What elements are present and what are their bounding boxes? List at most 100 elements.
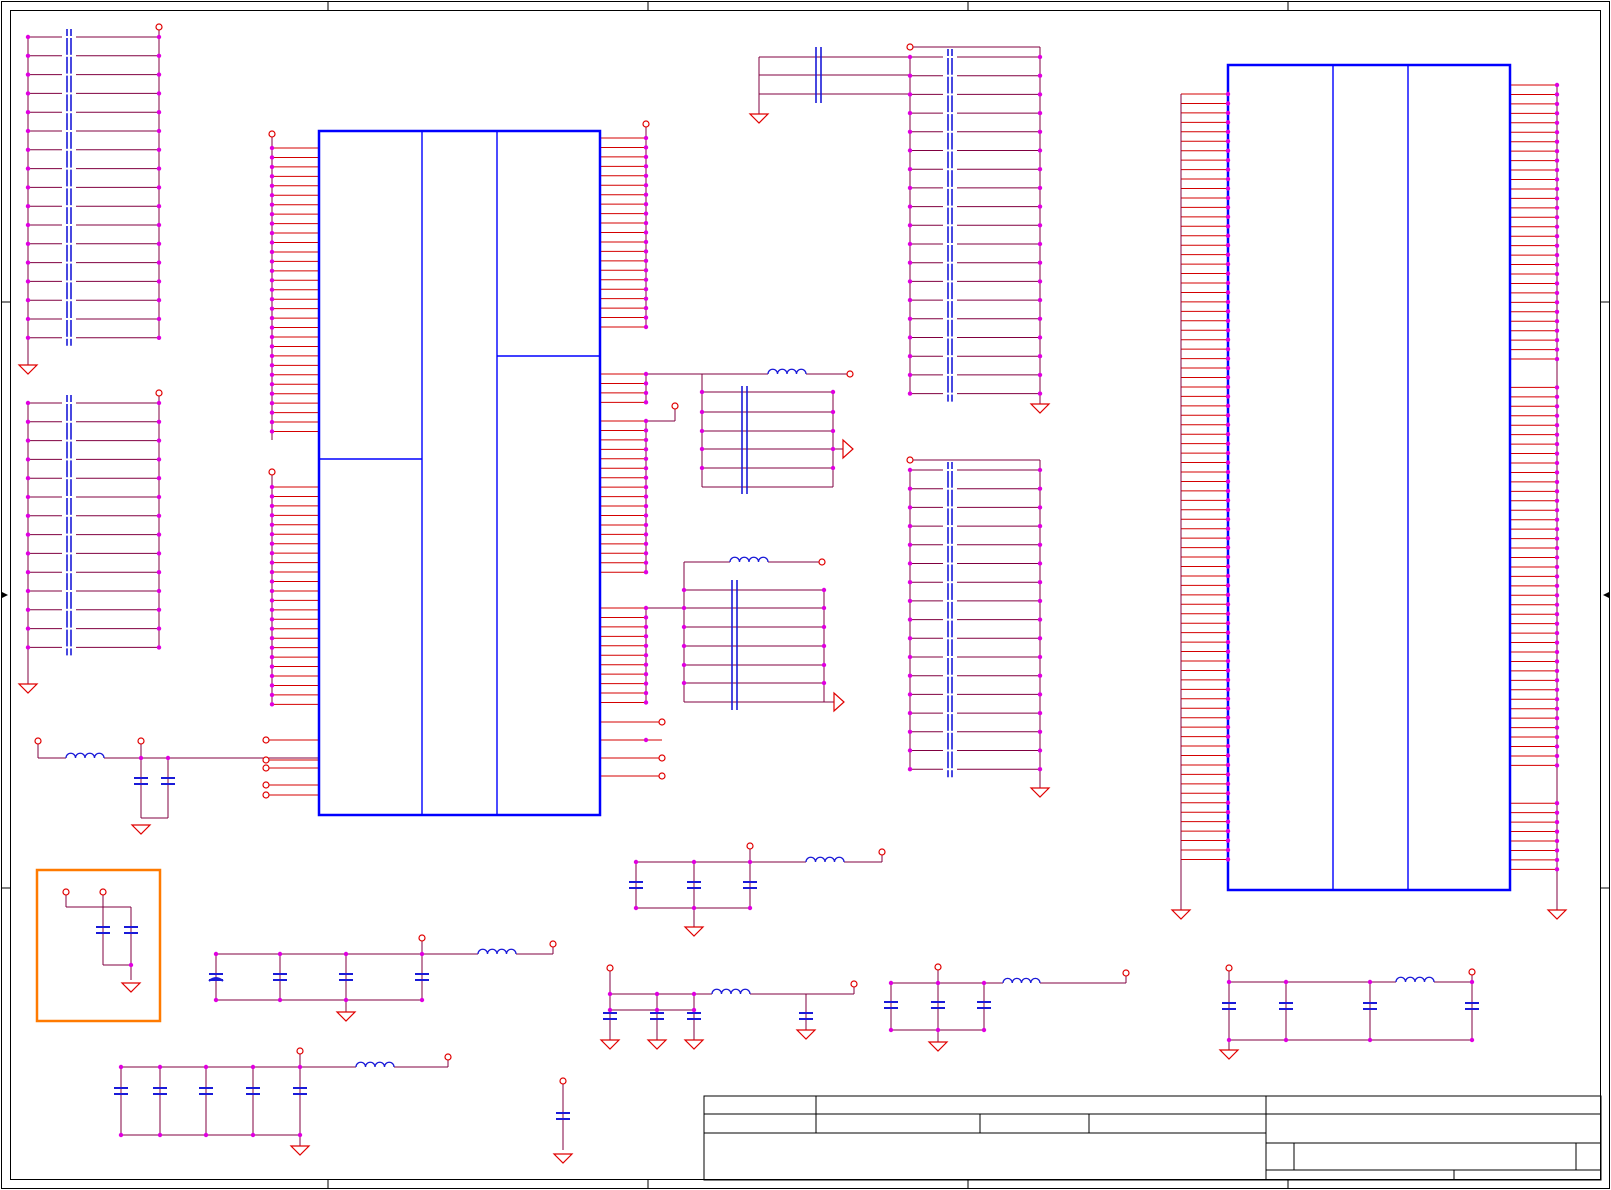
junction-dot-icon	[1225, 847, 1231, 853]
junction-dot-icon	[156, 494, 162, 500]
junction-dot-icon	[156, 147, 162, 152]
junction-dot-icon	[1554, 432, 1560, 437]
junction-dot-icon	[118, 1064, 124, 1070]
junction-dot-icon	[1225, 328, 1231, 333]
power-port-icon	[658, 754, 666, 762]
power-port-icon	[268, 130, 276, 138]
power-port-icon	[934, 963, 942, 971]
junction-dot-icon	[654, 991, 660, 997]
junction-dot-icon	[1037, 297, 1043, 303]
junction-dot-icon	[1037, 710, 1043, 716]
junction-dot-icon	[1554, 753, 1560, 759]
junction-dot-icon	[25, 91, 31, 96]
ic-body-main	[317, 129, 602, 817]
junction-dot-icon	[1225, 450, 1231, 456]
junction-dot-icon	[907, 335, 913, 340]
junction-dot-icon	[1225, 346, 1231, 352]
junction-dot-icon	[1225, 233, 1231, 238]
junction-dot-icon	[156, 34, 162, 40]
junction-dot-icon	[1554, 848, 1560, 853]
junction-dot-icon	[681, 624, 687, 630]
ground-symbol-icon	[1029, 403, 1051, 414]
junction-dot-icon	[1554, 451, 1560, 456]
junction-dot-icon	[643, 513, 649, 518]
junction-dot-icon	[633, 905, 639, 911]
junction-dot-icon	[643, 296, 649, 301]
junction-dot-icon	[643, 700, 649, 705]
junction-dot-icon	[25, 494, 31, 500]
junction-dot-icon	[830, 428, 836, 434]
junction-dot-icon	[156, 626, 162, 631]
junction-dot-icon	[269, 532, 275, 537]
junction-dot-icon	[1037, 148, 1043, 153]
junction-dot-icon	[643, 287, 649, 292]
highlight-box	[35, 868, 162, 1023]
junction-dot-icon	[643, 653, 649, 658]
power-port-icon	[846, 370, 854, 378]
junction-dot-icon	[1225, 677, 1231, 683]
junction-dot-icon	[907, 748, 913, 753]
junction-dot-icon	[269, 382, 275, 387]
junction-dot-icon	[269, 155, 275, 160]
junction-dot-icon	[156, 316, 162, 322]
junction-dot-icon	[1225, 129, 1231, 134]
junction-dot-icon	[1225, 157, 1231, 163]
junction-dot-icon	[1554, 649, 1560, 655]
junction-dot-icon	[643, 390, 649, 396]
junction-dot-icon	[643, 475, 649, 480]
junction-dot-icon	[269, 249, 275, 255]
junction-dot-icon	[747, 905, 753, 911]
junction-dot-icon	[269, 419, 275, 425]
junction-dot-icon	[1225, 441, 1231, 446]
junction-dot-icon	[1037, 391, 1043, 396]
junction-dot-icon	[25, 166, 31, 171]
junction-dot-icon	[1554, 555, 1560, 560]
ground-symbol-icon	[17, 683, 39, 694]
junction-dot-icon	[25, 316, 31, 322]
junction-dot-icon	[821, 662, 827, 668]
power-port-icon	[1225, 964, 1233, 972]
junction-dot-icon	[643, 145, 649, 150]
junction-dot-icon	[1554, 234, 1560, 239]
junction-dot-icon	[1554, 385, 1560, 390]
junction-dot-icon	[156, 279, 162, 284]
junction-dot-icon	[1554, 224, 1560, 229]
junction-dot-icon	[691, 991, 697, 997]
junction-dot-icon	[269, 259, 275, 264]
ground-symbol-icon	[927, 1041, 949, 1052]
junction-dot-icon	[888, 1027, 894, 1033]
junction-dot-icon	[118, 1132, 124, 1138]
junction-dot-icon	[269, 503, 275, 509]
junction-dot-icon	[297, 1132, 303, 1138]
junction-dot-icon	[269, 202, 275, 207]
junction-dot-icon	[1225, 791, 1231, 796]
junction-dot-icon	[156, 222, 162, 228]
junction-dot-icon	[699, 465, 705, 471]
junction-dot-icon	[643, 690, 649, 696]
junction-dot-icon	[25, 335, 31, 340]
junction-dot-icon	[269, 429, 275, 434]
junction-dot-icon	[1225, 243, 1231, 248]
junction-dot-icon	[156, 185, 162, 190]
inductor-icon	[711, 988, 751, 995]
junction-dot-icon	[907, 185, 913, 191]
junction-dot-icon	[643, 456, 649, 461]
junction-dot-icon	[1225, 139, 1231, 144]
junction-dot-icon	[907, 297, 913, 303]
power-port-icon	[1468, 968, 1476, 976]
junction-dot-icon	[907, 767, 913, 772]
junction-dot-icon	[156, 457, 162, 462]
junction-dot-icon	[1037, 617, 1043, 622]
junction-dot-icon	[643, 135, 649, 141]
junction-dot-icon	[699, 446, 705, 452]
junction-dot-icon	[643, 315, 649, 320]
junction-dot-icon	[1225, 649, 1231, 654]
junction-dot-icon	[156, 128, 162, 134]
junction-dot-icon	[1225, 573, 1231, 579]
junction-dot-icon	[1554, 139, 1560, 144]
junction-dot-icon	[643, 154, 649, 160]
junction-dot-icon	[269, 334, 275, 340]
junction-dot-icon	[643, 381, 649, 386]
junction-dot-icon	[1554, 243, 1560, 248]
power-port-icon	[444, 1053, 452, 1061]
